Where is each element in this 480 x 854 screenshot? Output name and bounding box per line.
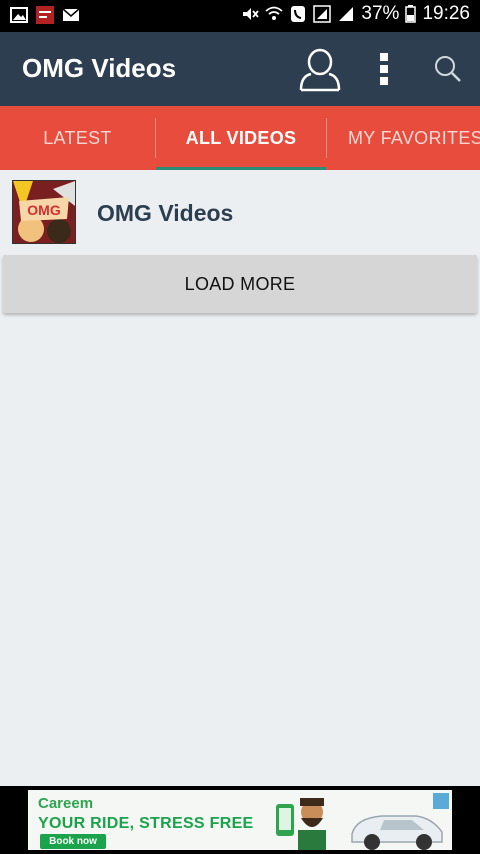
load-more-button[interactable]: LOAD MORE <box>3 255 477 313</box>
profile-button[interactable] <box>296 44 344 94</box>
search-button[interactable] <box>424 44 472 94</box>
notification-icons <box>10 6 80 24</box>
tab-my-favorites[interactable]: MY FAVORITES <box>327 106 480 170</box>
mail-icon <box>62 8 80 21</box>
app-notification-icon <box>36 6 54 24</box>
clock: 19:26 <box>422 3 470 24</box>
user-icon <box>299 48 341 92</box>
mute-icon <box>243 8 260 20</box>
status-bar: 37% 19:26 <box>0 0 480 32</box>
wifi-icon <box>265 6 284 20</box>
more-vertical-icon <box>380 53 388 85</box>
ad-book-now-button[interactable]: Book now <box>40 834 106 849</box>
search-icon <box>435 56 461 82</box>
list-item[interactable]: OMG OMG Videos <box>0 170 480 254</box>
overflow-menu-button[interactable] <box>360 44 408 94</box>
tab-bar: LATEST ALL VIDEOS MY FAVORITES <box>0 106 480 170</box>
tab-latest[interactable]: LATEST <box>0 106 155 170</box>
ad-banner: Careem YOUR RIDE, STRESS FREE Book now <box>0 786 480 854</box>
app-bar: OMG Videos <box>0 32 480 106</box>
adchoices-icon[interactable] <box>433 793 449 809</box>
list-item-title: OMG Videos <box>97 200 234 226</box>
ad-creative[interactable]: Careem YOUR RIDE, STRESS FREE Book now <box>28 790 452 850</box>
battery-icon <box>405 5 417 23</box>
ad-headline: YOUR RIDE, STRESS FREE <box>38 815 254 832</box>
call-icon <box>291 6 306 22</box>
battery-percent: 37% <box>361 3 400 24</box>
signal-1-icon <box>313 5 332 23</box>
ad-illustration-car <box>351 815 443 850</box>
ad-brand: Careem <box>38 795 94 812</box>
ad-illustration-person <box>276 798 326 850</box>
system-status: 37% 19:26 <box>241 3 470 25</box>
signal-2-icon <box>339 7 354 21</box>
gallery-icon <box>10 7 28 23</box>
channel-thumbnail: OMG <box>12 180 76 244</box>
svg-text:OMG: OMG <box>27 202 61 218</box>
omg-logo-icon: OMG <box>13 181 75 243</box>
app-title: OMG Videos <box>22 53 177 83</box>
tab-all-videos[interactable]: ALL VIDEOS <box>156 106 326 170</box>
